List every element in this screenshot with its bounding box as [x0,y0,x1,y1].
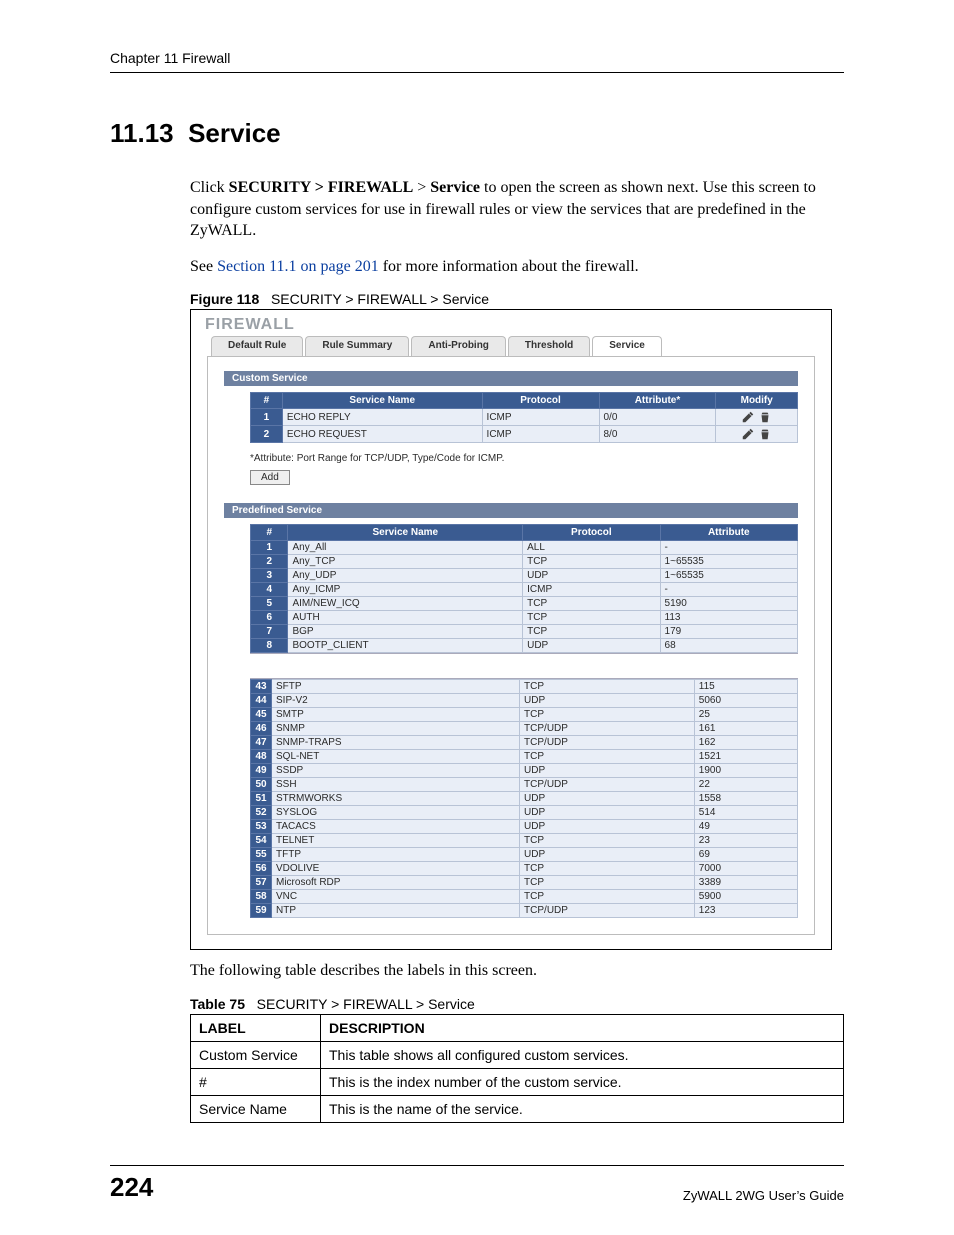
table-intro: The following table describes the labels… [190,960,844,982]
custom-service-table: # Service Name Protocol Attribute* Modif… [250,392,798,443]
table-row: 58VNCTCP5900 [251,890,798,904]
table-row: 6AUTHTCP113 [251,611,798,625]
table-row: 54TELNETTCP23 [251,834,798,848]
table-row: 45SMTPTCP25 [251,708,798,722]
tab-service[interactable]: Service [592,336,662,356]
col-protocol: Protocol [482,393,599,409]
delete-icon[interactable] [758,429,772,440]
description-table: LABEL DESCRIPTION Custom Service This ta… [190,1014,844,1123]
table-row: 44SIP-V2UDP5060 [251,694,798,708]
table-row: 2Any_TCPTCP1~65535 [251,555,798,569]
table-row: 53TACACSUDP49 [251,820,798,834]
table-row: 7BGPTCP179 [251,625,798,639]
table-row: 56VDOLIVETCP7000 [251,862,798,876]
table-row: Service Name This is the name of the ser… [191,1095,844,1122]
tab-rule-summary[interactable]: Rule Summary [305,336,409,356]
table-row: 50SSHTCP/UDP22 [251,778,798,792]
predefined-service-table-top: # Service Name Protocol Attribute 1Any_A… [250,524,798,653]
section-heading: 11.13 Service [110,118,844,149]
table-row: 43SFTPTCP115 [251,680,798,694]
table-row: 48SQL-NETTCP1521 [251,750,798,764]
table-row: 59NTPTCP/UDP123 [251,904,798,918]
tab-bar: Default Rule Rule Summary Anti-Probing T… [191,336,831,356]
col-attribute: Attribute [660,525,797,541]
table-row: # This is the index number of the custom… [191,1068,844,1095]
section-title: Service [188,118,281,148]
col-num: # [251,525,288,541]
predefined-service-bar: Predefined Service [224,503,798,518]
table-row: 5AIM/NEW_ICQTCP5190 [251,597,798,611]
table-row: 1 ECHO REPLY ICMP 0/0 [251,409,798,426]
cross-ref-link[interactable]: Section 11.1 on page 201 [217,258,379,275]
table-row: 4Any_ICMPICMP- [251,583,798,597]
guide-title: ZyWALL 2WG User’s Guide [683,1188,844,1203]
running-header: Chapter 11 Firewall [110,50,844,73]
delete-icon[interactable] [758,412,772,423]
desc-header-label: LABEL [191,1014,321,1041]
edit-icon[interactable] [741,412,755,423]
intro-paragraph-2: See Section 11.1 on page 201 for more in… [190,256,844,278]
table-row: 52SYSLOGUDP514 [251,806,798,820]
table-row: 1Any_AllALL- [251,541,798,555]
desc-header-description: DESCRIPTION [321,1014,844,1041]
col-protocol: Protocol [523,525,660,541]
tab-threshold[interactable]: Threshold [508,336,590,356]
table-row: 49SSDPUDP1900 [251,764,798,778]
col-num: # [251,393,283,409]
custom-service-bar: Custom Service [224,371,798,386]
table-caption: Table 75 SECURITY > FIREWALL > Service [190,996,844,1012]
table-row: 55TFTPUDP69 [251,848,798,862]
table-row: 2 ECHO REQUEST ICMP 8/0 [251,426,798,443]
col-service-name: Service Name [282,393,482,409]
tab-anti-probing[interactable]: Anti-Probing [411,336,506,356]
page-number: 224 [110,1172,153,1203]
table-row: 8BOOTP_CLIENTUDP68 [251,639,798,653]
col-service-name: Service Name [288,525,523,541]
firewall-title: FIREWALL [191,310,831,336]
page-footer: 224 ZyWALL 2WG User’s Guide [110,1165,844,1203]
table-row: 46SNMPTCP/UDP161 [251,722,798,736]
col-modify: Modify [716,393,798,409]
predefined-service-table-bottom: 43SFTPTCP11544SIP-V2UDP506045SMTPTCP2546… [250,679,798,918]
add-button[interactable]: Add [250,470,290,485]
attribute-note: *Attribute: Port Range for TCP/UDP, Type… [250,453,798,464]
table-row: 47SNMP-TRAPSTCP/UDP162 [251,736,798,750]
section-number: 11.13 [110,118,174,148]
figure-caption: Figure 118 SECURITY > FIREWALL > Service [190,291,844,307]
table-row: 3Any_UDPUDP1~65535 [251,569,798,583]
service-panel: Custom Service # Service Name Protocol A… [207,356,815,935]
table-row: Custom Service This table shows all conf… [191,1041,844,1068]
edit-icon[interactable] [741,429,755,440]
firewall-screenshot: FIREWALL Default Rule Rule Summary Anti-… [190,309,832,950]
page-tear [250,653,798,679]
tab-default-rule[interactable]: Default Rule [211,336,303,356]
intro-paragraph-1: Click SECURITY > FIREWALL > Service to o… [190,177,844,242]
table-row: 51STRMWORKSUDP1558 [251,792,798,806]
table-row: 57Microsoft RDPTCP3389 [251,876,798,890]
col-attribute: Attribute* [599,393,716,409]
